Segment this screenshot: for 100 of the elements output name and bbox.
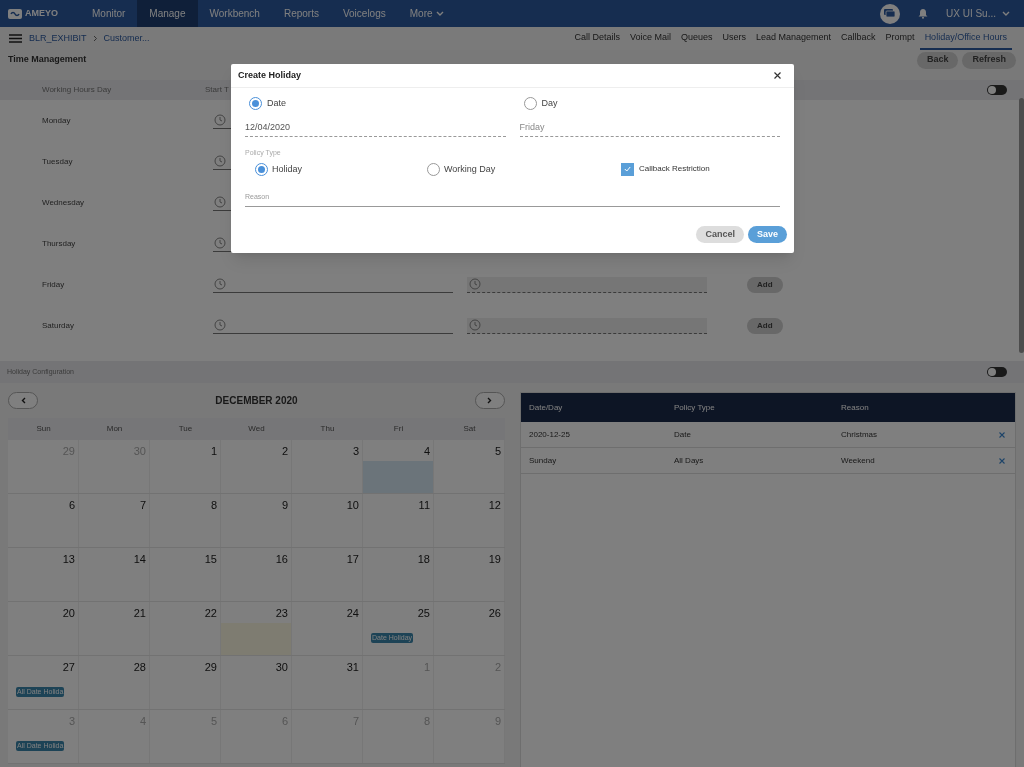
tab[interactable]: Users [717, 27, 752, 50]
calendar-day-cell[interactable]: 26 [434, 602, 505, 655]
mode-option[interactable]: Day [523, 97, 780, 111]
day-number: 21 [133, 606, 147, 621]
page-button[interactable]: Back [916, 51, 959, 69]
calendar-day-cell[interactable]: 21 [79, 602, 150, 655]
tab[interactable]: Prompt [880, 27, 920, 50]
nav-item[interactable]: Manage [137, 0, 198, 27]
day-number: 14 [133, 552, 147, 567]
value-field[interactable]: Friday [519, 120, 780, 137]
day-number: 17 [346, 552, 360, 567]
calendar-day-cell[interactable]: 19 [434, 548, 505, 601]
day-number: 31 [346, 660, 360, 675]
day-label: Wednesday [41, 196, 86, 209]
page-button[interactable]: Refresh [962, 51, 1016, 69]
dialog-button[interactable]: Save [747, 226, 787, 243]
calendar-day-cell[interactable]: 11 [363, 494, 434, 547]
day-number: 25 [417, 606, 431, 621]
checkbox[interactable] [621, 162, 634, 176]
day-label: Thursday [41, 237, 77, 250]
table-cell-text: Christmas [841, 428, 878, 441]
clock-icon [214, 319, 226, 331]
day-number: 18 [417, 552, 431, 567]
day-number: 26 [488, 606, 502, 621]
weekday-header: Mon [105, 423, 124, 435]
nav-item[interactable]: More [397, 0, 456, 27]
tab[interactable]: Queues [676, 27, 718, 50]
close-icon[interactable] [774, 72, 781, 79]
day-number: 3 [352, 444, 360, 459]
calendar-day-cell[interactable]: 29 [150, 656, 221, 709]
time-field[interactable] [213, 276, 453, 293]
table-cell-text: 2020-12-25 [529, 428, 571, 441]
next-month-button[interactable] [475, 392, 505, 409]
previous-month-button[interactable] [8, 392, 38, 409]
breadcrumb-link[interactable]: BLR_EXHIBIT [29, 31, 87, 46]
day-number: 19 [488, 552, 502, 567]
bell-icon[interactable] [918, 8, 928, 19]
day-number: 23 [275, 606, 289, 621]
calendar-day-cell[interactable]: 18 [363, 548, 434, 601]
calendar-day-cell[interactable]: 9 [221, 494, 292, 547]
menu-icon[interactable] [9, 34, 22, 43]
table-cell-text: Date [674, 428, 692, 441]
chevron-right-icon [487, 397, 493, 404]
calendar-day-cell[interactable]: 15 [150, 548, 221, 601]
add-button[interactable]: Add [747, 317, 783, 334]
calendar-day-cell[interactable]: 16 [221, 548, 292, 601]
day-number: 29 [204, 660, 218, 675]
nav-item[interactable]: Workbench [197, 0, 272, 27]
nav-item[interactable]: Monitor [80, 0, 138, 27]
add-button[interactable]: Add [747, 276, 783, 293]
calendar-day-cell[interactable]: 5 [434, 440, 505, 493]
time-field[interactable] [467, 317, 707, 334]
tab[interactable]: Lead Management [751, 27, 837, 50]
toggle-switch[interactable] [987, 367, 1007, 377]
day-number: 15 [204, 552, 218, 567]
toggle-switch[interactable] [987, 85, 1007, 95]
calendar-day-cell[interactable]: 14 [79, 548, 150, 601]
callback-checkbox[interactable]: Callback Restriction [621, 162, 710, 176]
user-menu[interactable]: UX UI Su... [946, 6, 1010, 21]
tab[interactable]: Call Details [569, 27, 625, 50]
time-field[interactable] [467, 276, 707, 293]
nav-item[interactable]: Voicelogs [330, 0, 398, 27]
calendar-day-cell[interactable]: 2 [221, 440, 292, 493]
day-number: 12 [488, 498, 502, 513]
tab[interactable]: Voice Mail [624, 27, 676, 50]
calendar-day-cell[interactable]: 28 [79, 656, 150, 709]
chevron-right-icon [92, 35, 98, 42]
time-field[interactable] [213, 317, 453, 334]
calendar-day-cell[interactable]: 31 [292, 656, 363, 709]
calendar-day-cell[interactable]: 10 [292, 494, 363, 547]
calendar-day-cell[interactable]: 8 [150, 494, 221, 547]
calendar-day-cell[interactable]: 7 [79, 494, 150, 547]
calendar-day-cell[interactable]: 1 [150, 440, 221, 493]
day-label: Monday [41, 114, 72, 127]
calendar-day-cell[interactable]: 24 [292, 602, 363, 655]
day-number: 30 [275, 660, 289, 675]
mode-option[interactable]: Date [249, 97, 506, 111]
calendar-day-cell[interactable]: 30 [221, 656, 292, 709]
value-field[interactable]: 12/04/2020 [245, 120, 506, 137]
calendar-day-cell[interactable]: 12 [434, 494, 505, 547]
day-number: 7 [139, 498, 147, 513]
table-cell-text: Weekend [841, 454, 876, 467]
chat-icon[interactable] [880, 3, 900, 24]
policy-option[interactable]: Holiday [255, 162, 427, 176]
calendar-day-cell[interactable]: 6 [8, 494, 79, 547]
nav-item[interactable]: Reports [271, 0, 331, 27]
calendar-day-cell[interactable]: 17 [292, 548, 363, 601]
clock-icon [214, 155, 226, 167]
policy-option[interactable]: Working Day [427, 162, 599, 176]
tab[interactable]: Holiday/Office Hours [919, 27, 1012, 50]
day-number: 8 [210, 498, 218, 513]
tab[interactable]: Callback [836, 27, 881, 50]
calendar-day-cell[interactable]: 13 [8, 548, 79, 601]
dialog-button[interactable]: Cancel [696, 226, 744, 243]
day-number: 24 [346, 606, 360, 621]
chevron-down-icon [1002, 10, 1010, 17]
scrollbar[interactable] [1019, 98, 1024, 353]
breadcrumb-link[interactable]: Customer... [103, 31, 150, 46]
calendar-day-cell[interactable]: 20 [8, 602, 79, 655]
chevron-left-icon [20, 397, 26, 404]
